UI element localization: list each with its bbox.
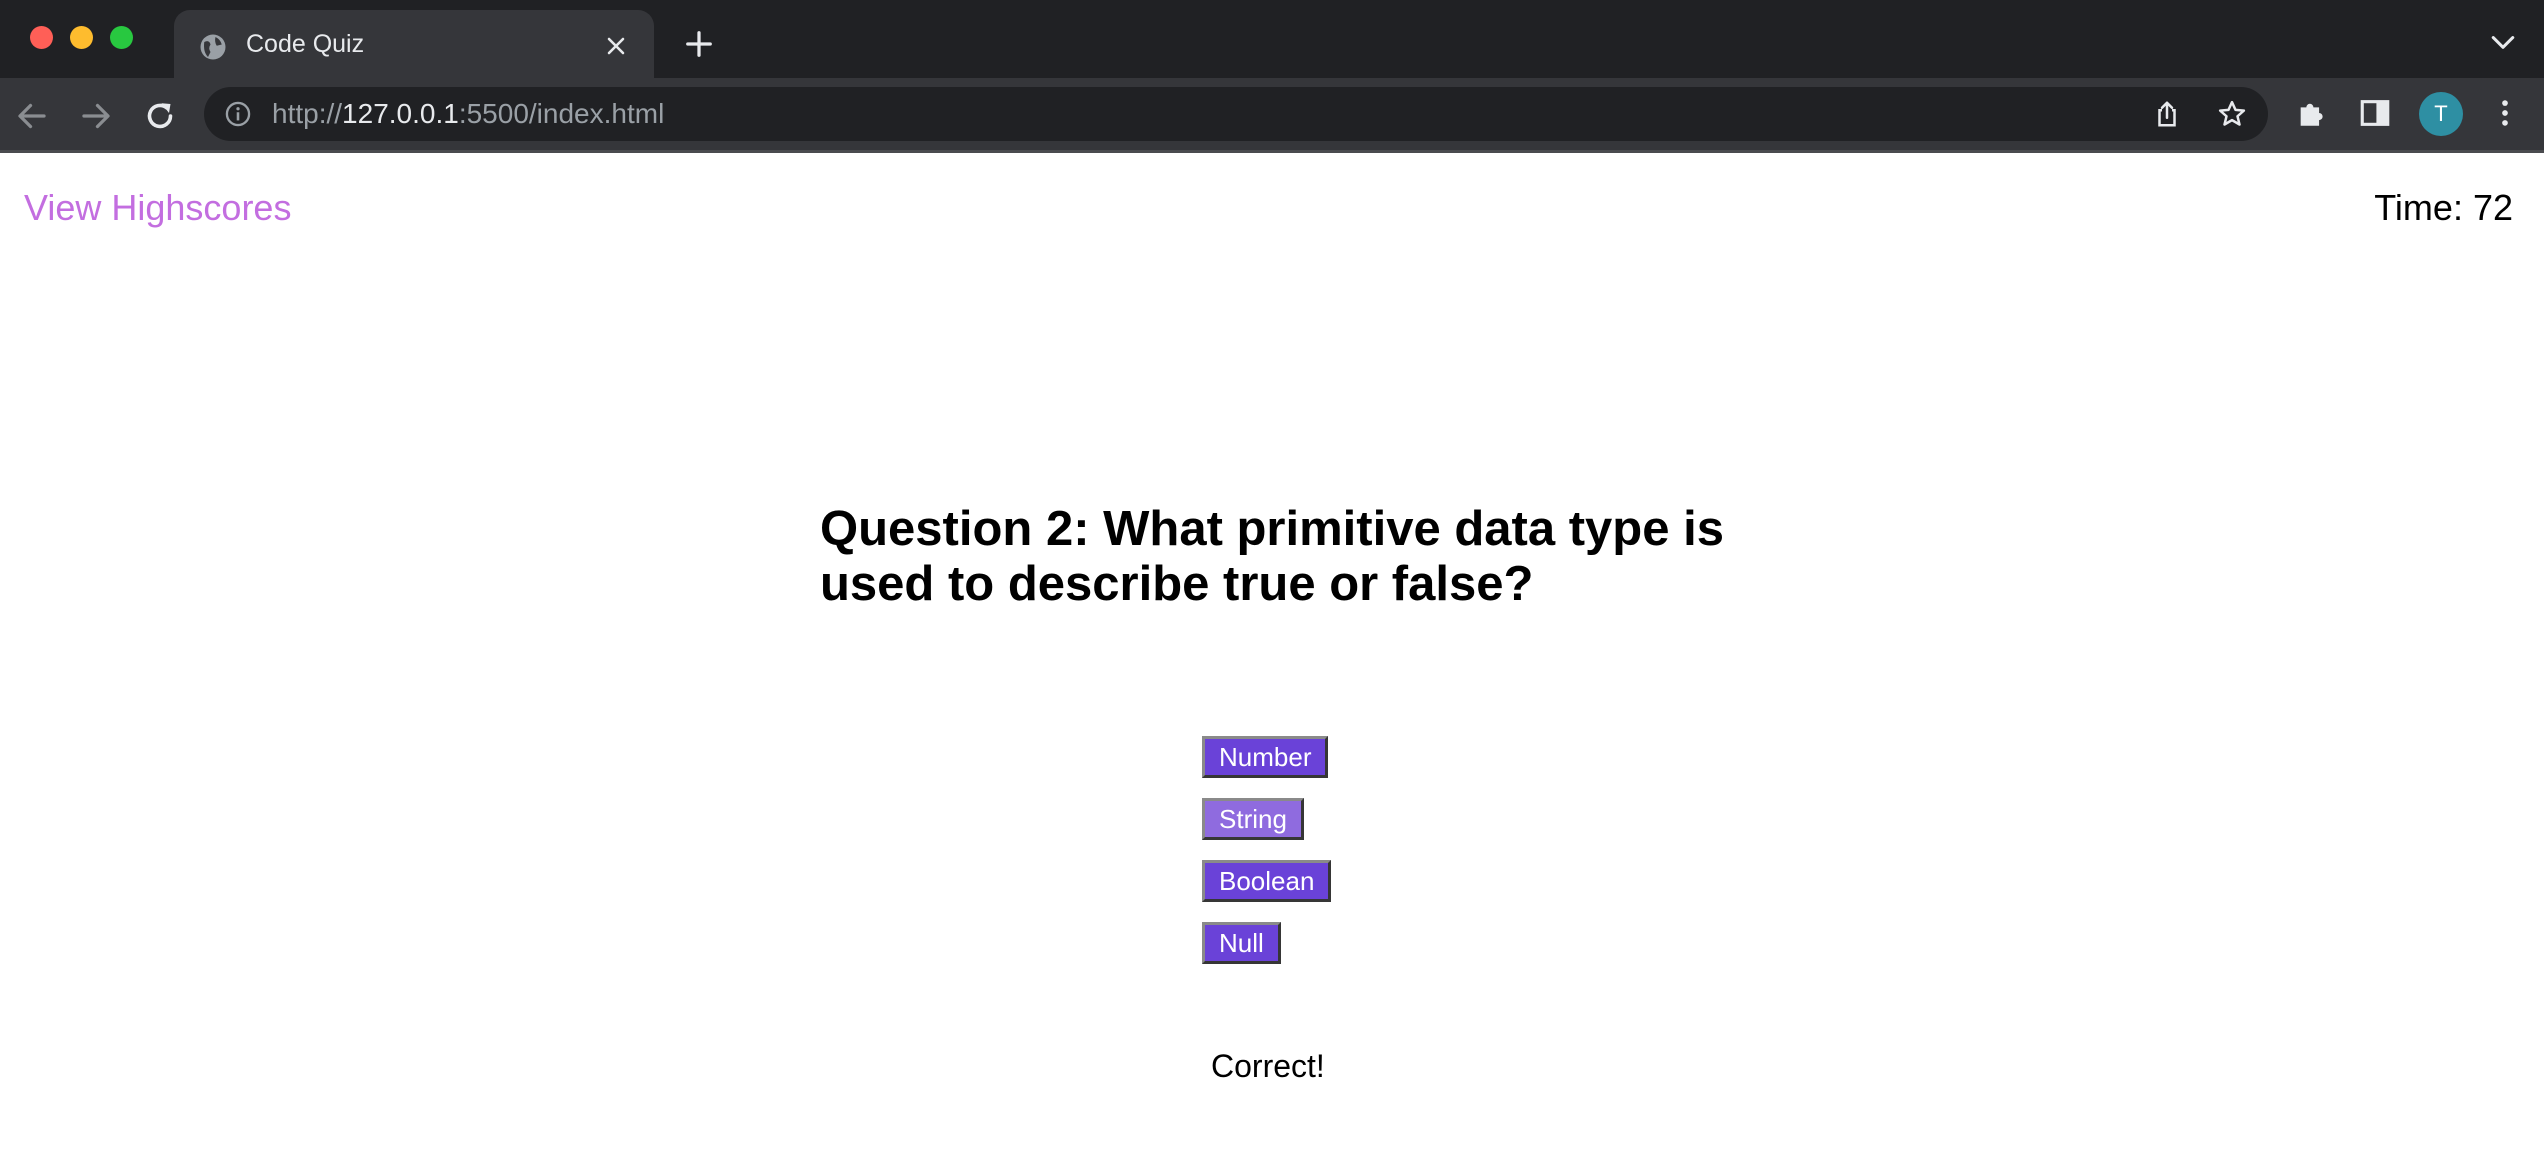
browser-tab-strip: Code Quiz: [0, 0, 2544, 78]
side-panel-icon[interactable]: [2358, 96, 2392, 130]
new-tab-icon[interactable]: [684, 29, 714, 59]
forward-arrow-icon[interactable]: [78, 98, 114, 134]
answer-button-number[interactable]: Number: [1202, 736, 1329, 778]
profile-avatar[interactable]: T: [2419, 92, 2463, 136]
view-highscores-link[interactable]: View Highscores: [24, 187, 291, 229]
url-path: :5500/index.html: [458, 98, 665, 129]
timer-display: Time: 72: [2374, 187, 2513, 228]
answer-list: Number String Boolean Null: [1202, 736, 1332, 984]
address-bar[interactable]: http://127.0.0.1:5500/index.html: [204, 87, 2268, 141]
info-icon[interactable]: [224, 100, 252, 128]
answer-button-boolean[interactable]: Boolean: [1202, 860, 1332, 902]
close-tab-icon[interactable]: [604, 34, 628, 58]
extensions-puzzle-icon[interactable]: [2295, 96, 2329, 130]
answer-button-null[interactable]: Null: [1202, 922, 1281, 964]
back-arrow-icon[interactable]: [14, 98, 50, 134]
url-scheme: http://: [272, 98, 343, 129]
answer-button-string[interactable]: String: [1202, 798, 1304, 840]
share-icon[interactable]: [2152, 99, 2182, 129]
globe-icon: [200, 34, 226, 60]
question-text: Question 2: What primitive data type is …: [820, 502, 1724, 611]
tab-title: Code Quiz: [246, 30, 365, 58]
answer-feedback: Correct!: [1211, 1048, 1325, 1084]
bookmark-star-icon[interactable]: [2217, 99, 2247, 129]
chevron-down-icon[interactable]: [2490, 34, 2516, 52]
close-window-button[interactable]: [30, 26, 53, 49]
tab-code-quiz[interactable]: Code Quiz: [174, 10, 654, 78]
reload-icon[interactable]: [142, 98, 178, 134]
toolbar-divider: [0, 150, 2544, 153]
maximize-window-button[interactable]: [110, 26, 133, 49]
url-host: 127.0.0.1: [342, 98, 459, 129]
more-menu-icon[interactable]: [2488, 96, 2522, 130]
minimize-window-button[interactable]: [70, 26, 93, 49]
url-text[interactable]: http://127.0.0.1:5500/index.html: [272, 97, 664, 131]
